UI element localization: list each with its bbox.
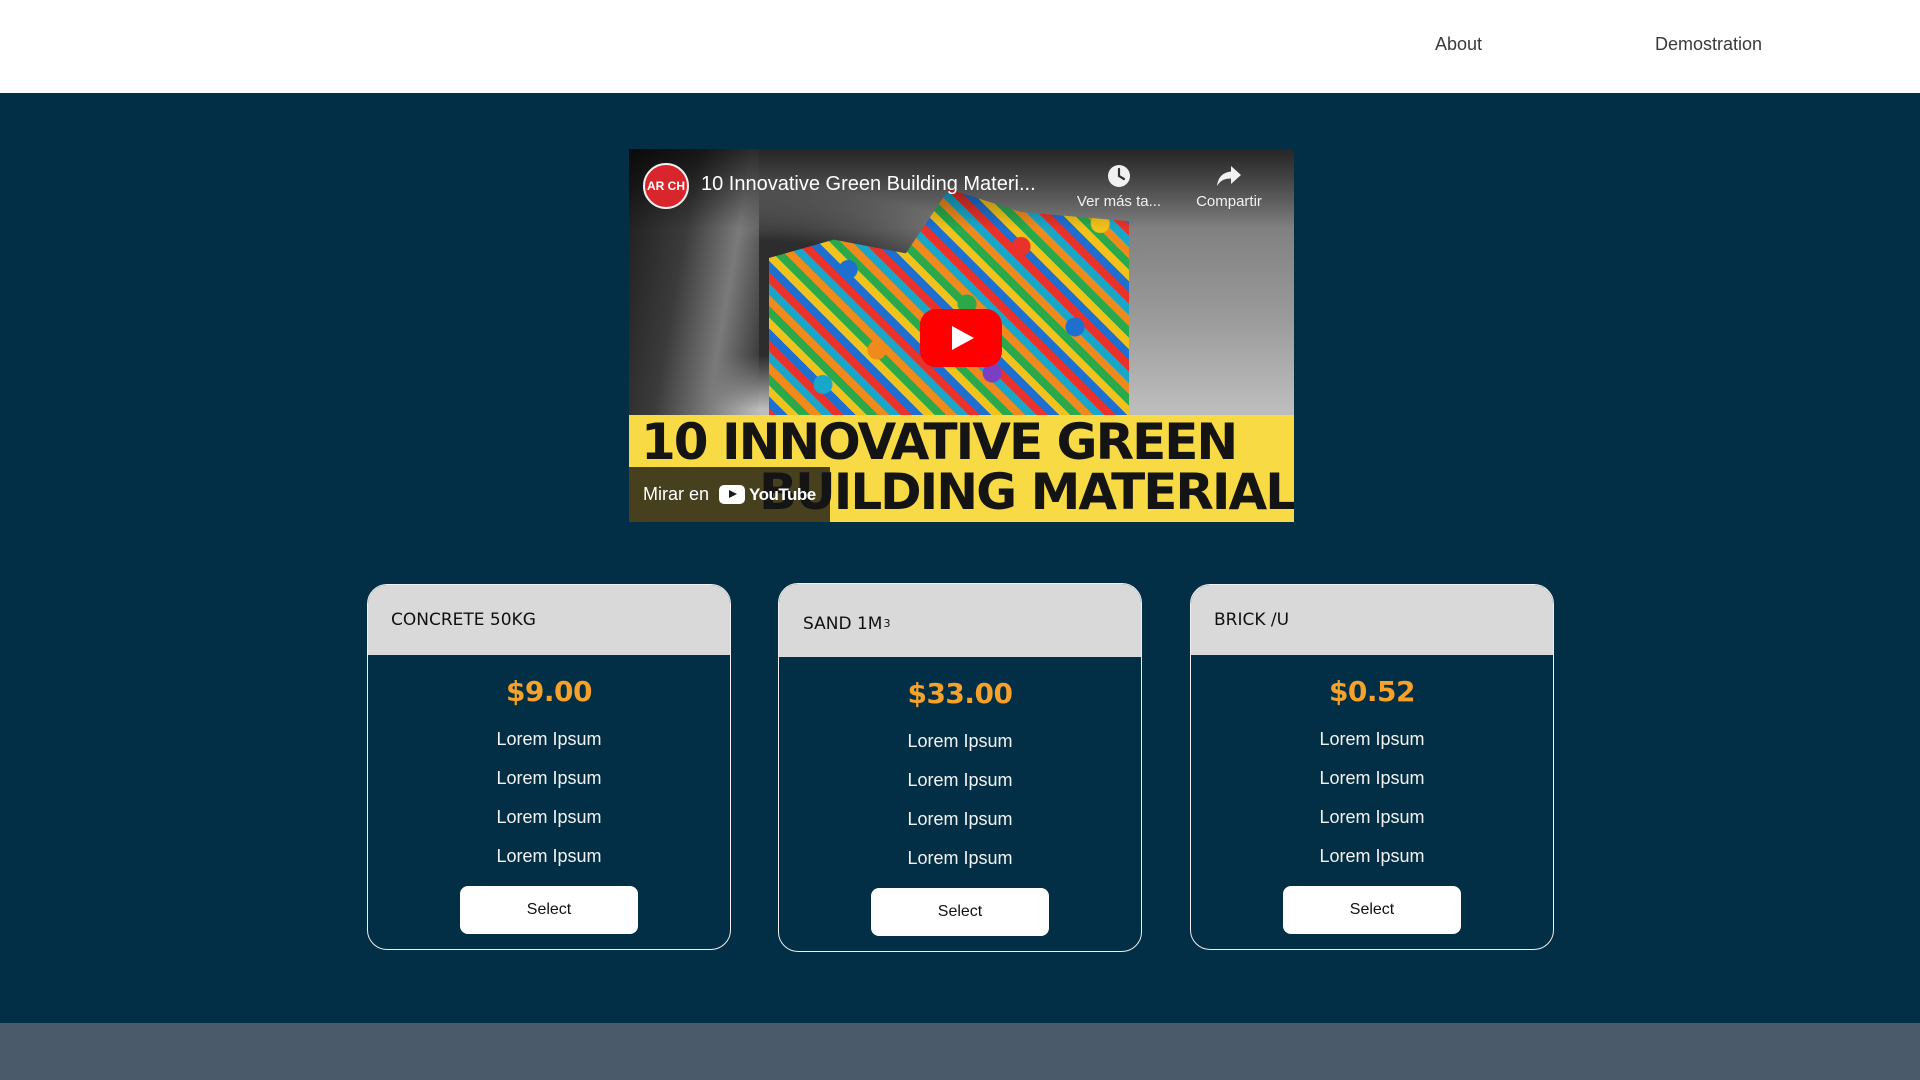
feature-item: Lorem Ipsum bbox=[496, 846, 602, 866]
main-content: 10 INNOVATIVE GREEN BUILDING MATERIALS A… bbox=[0, 93, 1920, 1023]
watch-on-youtube-button[interactable]: Mirar en YouTube bbox=[629, 467, 830, 522]
watch-later-button[interactable]: Ver más ta... bbox=[1069, 163, 1169, 210]
card-header: SAND 1M 3 bbox=[779, 584, 1141, 657]
feature-item: Lorem Ipsum bbox=[907, 809, 1013, 829]
feature-item: Lorem Ipsum bbox=[907, 731, 1013, 751]
youtube-play-icon bbox=[719, 485, 746, 504]
select-button-concrete[interactable]: Select bbox=[460, 886, 638, 934]
share-label: Compartir bbox=[1196, 193, 1262, 210]
card-header: BRICK /U bbox=[1191, 585, 1553, 655]
watch-on-label: Mirar en bbox=[643, 484, 710, 504]
share-button[interactable]: Compartir bbox=[1179, 163, 1279, 210]
youtube-brand-text: YouTube bbox=[749, 484, 816, 504]
thumbnail-headline-line2: BUILDING MATERIALS bbox=[759, 463, 1294, 521]
thumbnail-headline-line1: 10 INNOVATIVE GREEN bbox=[641, 413, 1238, 471]
card-price: $0.52 bbox=[1328, 675, 1416, 708]
card-price: $9.00 bbox=[505, 675, 593, 708]
feature-item: Lorem Ipsum bbox=[1319, 729, 1425, 749]
card-title: SAND 1M bbox=[803, 613, 883, 634]
card-title-superscript: 3 bbox=[883, 617, 891, 630]
pricing-card-sand: SAND 1M 3 $33.00 Lorem Ipsum Lorem Ipsum … bbox=[778, 583, 1142, 952]
card-header: CONCRETE 50KG bbox=[368, 585, 730, 655]
card-title: CONCRETE 50KG bbox=[391, 610, 536, 630]
feature-item: Lorem Ipsum bbox=[496, 729, 602, 749]
share-arrow-icon bbox=[1179, 163, 1279, 191]
card-price: $33.00 bbox=[907, 677, 1013, 710]
nav-link-about[interactable]: About bbox=[1435, 34, 1482, 55]
youtube-logo: YouTube bbox=[719, 485, 816, 505]
feature-item: Lorem Ipsum bbox=[496, 807, 602, 827]
feature-list: Lorem Ipsum Lorem Ipsum Lorem Ipsum Lore… bbox=[1191, 720, 1553, 876]
play-button[interactable] bbox=[920, 309, 1002, 367]
select-button-sand[interactable]: Select bbox=[871, 888, 1049, 936]
feature-list: Lorem Ipsum Lorem Ipsum Lorem Ipsum Lore… bbox=[368, 720, 730, 876]
nav-link-demonstration[interactable]: Demostration bbox=[1655, 34, 1762, 55]
feature-item: Lorem Ipsum bbox=[1319, 846, 1425, 866]
feature-item: Lorem Ipsum bbox=[907, 848, 1013, 868]
feature-item: Lorem Ipsum bbox=[1319, 807, 1425, 827]
channel-avatar[interactable]: AR CH bbox=[643, 163, 689, 209]
pricing-card-concrete: CONCRETE 50KG $9.00 Lorem Ipsum Lorem Ip… bbox=[367, 584, 731, 950]
feature-list: Lorem Ipsum Lorem Ipsum Lorem Ipsum Lore… bbox=[779, 722, 1141, 878]
feature-item: Lorem Ipsum bbox=[1319, 768, 1425, 788]
card-title: BRICK /U bbox=[1214, 610, 1290, 630]
footer bbox=[0, 1023, 1920, 1080]
pricing-card-brick: BRICK /U $0.52 Lorem Ipsum Lorem Ipsum L… bbox=[1190, 584, 1554, 950]
feature-item: Lorem Ipsum bbox=[907, 770, 1013, 790]
feature-item: Lorem Ipsum bbox=[496, 768, 602, 788]
select-button-brick[interactable]: Select bbox=[1283, 886, 1461, 934]
watch-later-label: Ver más ta... bbox=[1076, 193, 1162, 210]
clock-icon bbox=[1069, 163, 1169, 191]
top-nav-bar: About Demostration bbox=[0, 0, 1920, 93]
youtube-video-embed[interactable]: 10 INNOVATIVE GREEN BUILDING MATERIALS A… bbox=[629, 149, 1294, 522]
video-title[interactable]: 10 Innovative Green Building Materi... bbox=[701, 173, 1036, 196]
